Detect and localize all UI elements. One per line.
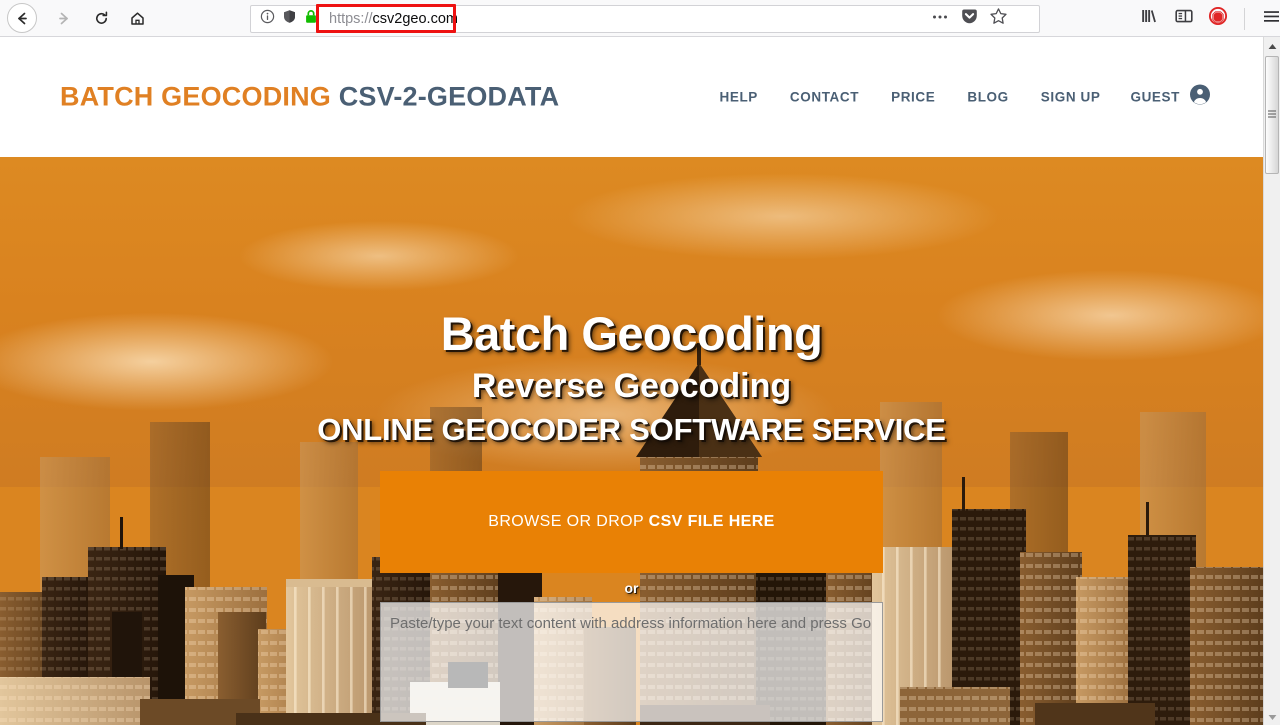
hero-content: Batch Geocoding Reverse Geocoding ONLINE… [0, 157, 1263, 725]
library-icon[interactable] [1140, 6, 1160, 31]
scroll-up-button[interactable] [1264, 37, 1280, 54]
hero-title-line3: ONLINE GEOCODER SOFTWARE SERVICE [317, 411, 946, 447]
dropzone-label: BROWSE OR DROP CSV FILE HERE [488, 513, 775, 531]
arrow-right-icon [55, 10, 72, 27]
site-logo[interactable]: BATCH GEOCODING CSV-2-GEODATA [60, 82, 559, 113]
url-text[interactable]: https://csv2geo.com [329, 11, 458, 27]
address-bar-icons [251, 9, 318, 29]
shield-icon[interactable] [282, 9, 297, 29]
pocket-icon[interactable] [960, 7, 979, 31]
url-scheme: https:// [329, 11, 373, 27]
ellipsis-icon[interactable] [930, 8, 950, 31]
sidebar-icon[interactable] [1174, 6, 1194, 31]
address-bar-actions [930, 5, 1008, 33]
address-bar[interactable]: https://csv2geo.com [250, 5, 1040, 33]
hero-title-line2: Reverse Geocoding [471, 366, 792, 405]
site-header: BATCH GEOCODING CSV-2-GEODATA HELP CONTA… [0, 37, 1263, 157]
hero-section: Batch Geocoding Reverse Geocoding ONLINE… [0, 157, 1263, 725]
scroll-down-arrow-icon [1268, 708, 1277, 726]
info-circle-icon[interactable] [260, 9, 275, 29]
adblock-icon[interactable] [1208, 6, 1228, 31]
logo-secondary-text: CSV-2-GEODATA [338, 81, 560, 112]
scrollbar-grip [1268, 110, 1276, 120]
nav-item-contact[interactable]: CONTACT [774, 84, 875, 111]
nav-item-guest[interactable]: GUEST [1116, 84, 1211, 111]
user-account-icon [1189, 84, 1211, 111]
star-icon[interactable] [989, 7, 1008, 31]
page-viewport: BATCH GEOCODING CSV-2-GEODATA HELP CONTA… [0, 37, 1263, 725]
reload-icon [93, 10, 110, 27]
toolbar-divider [1244, 7, 1245, 30]
csv-dropzone-button[interactable]: BROWSE OR DROP CSV FILE HERE [380, 470, 883, 573]
padlock-icon[interactable] [304, 9, 318, 29]
browser-toolbar-right [1140, 0, 1280, 37]
nav-item-help[interactable]: HELP [703, 84, 773, 111]
back-button[interactable] [7, 3, 37, 33]
browser-toolbar: https://csv2geo.com [0, 0, 1280, 37]
hamburger-menu-icon[interactable] [1261, 6, 1280, 32]
scrollbar-thumb[interactable] [1265, 56, 1279, 174]
dropzone-label-regular: BROWSE OR DROP [488, 512, 649, 530]
home-icon [129, 10, 146, 27]
nav-item-blog[interactable]: BLOG [951, 84, 1024, 111]
forward-button[interactable] [47, 3, 79, 33]
hero-title-line1: Batch Geocoding [440, 307, 823, 360]
url-host: csv2geo.com [372, 11, 458, 27]
dropzone-label-bold: CSV FILE HERE [648, 512, 775, 530]
main-navigation: HELP CONTACT PRICE BLOG SIGN UP GUEST [703, 84, 1211, 111]
reload-button[interactable] [85, 3, 117, 33]
scroll-up-arrow-icon [1268, 37, 1277, 55]
arrow-left-icon [14, 10, 31, 27]
scroll-down-button[interactable] [1264, 708, 1280, 725]
browser-nav-buttons [0, 3, 153, 33]
address-text-input[interactable] [380, 601, 883, 722]
or-separator-label: or [624, 579, 639, 596]
logo-primary-text: BATCH GEOCODING [60, 81, 331, 112]
nav-item-price[interactable]: PRICE [875, 84, 951, 111]
home-button[interactable] [121, 3, 153, 33]
page-scrollbar[interactable] [1263, 37, 1280, 725]
guest-label: GUEST [1130, 89, 1180, 105]
nav-item-sign-up[interactable]: SIGN UP [1025, 84, 1117, 111]
